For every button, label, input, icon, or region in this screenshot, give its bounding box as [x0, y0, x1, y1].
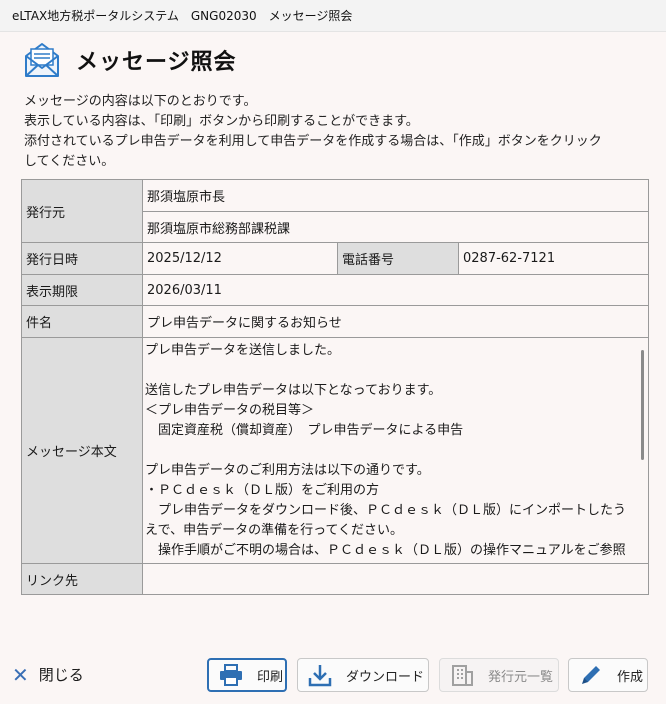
subject-label: 件名: [21, 305, 143, 338]
issuer-name: 那須塩原市長: [142, 179, 649, 212]
close-label: 閉じる: [38, 666, 84, 684]
printer-icon: [217, 663, 245, 687]
date-label: 発行日時: [21, 242, 143, 275]
download-button[interactable]: ダウンロード: [297, 658, 429, 692]
message-body-cell[interactable]: プレ申告データを送信しました。 送信したプレ申告データは以下となっております。 …: [142, 337, 649, 564]
phone-label: 電話番号: [337, 242, 459, 275]
print-button[interactable]: 印刷: [207, 658, 287, 692]
envelope-icon: [25, 43, 59, 77]
subject-value: プレ申告データに関するお知らせ: [142, 305, 649, 338]
create-button[interactable]: 作成: [568, 658, 648, 692]
pencil-icon: [577, 663, 605, 687]
page-title: メッセージ照会: [76, 50, 237, 75]
body-scrollbar[interactable]: [641, 350, 644, 460]
message-body-text[interactable]: プレ申告データを送信しました。 送信したプレ申告データは以下となっております。 …: [143, 339, 648, 563]
link-value[interactable]: [142, 563, 649, 595]
download-icon: [306, 663, 334, 687]
intro-line: 添付されているプレ申告データを利用して申告データを作成する場合は、「作成」ボタン…: [24, 134, 602, 149]
intro-line: 表示している内容は、「印刷」ボタンから印刷することができます。: [24, 114, 419, 129]
close-button[interactable]: ✕ 閉じる: [12, 664, 84, 685]
expiry-value: 2026/03/11: [142, 274, 649, 306]
intro-line: メッセージの内容は以下のとおりです。: [24, 94, 257, 109]
create-label: 作成: [617, 669, 644, 685]
issuer-list-label: 発行元一覧: [488, 669, 554, 685]
expiry-label: 表示期限: [21, 274, 143, 306]
close-icon: ✕: [12, 662, 29, 687]
intro-text: メッセージの内容は以下のとおりです。 表示している内容は、「印刷」ボタンから印刷…: [24, 92, 644, 172]
window-title: eLTAX地方税ポータルシステム GNG02030 メッセージ照会: [0, 0, 666, 32]
intro-line: してください。: [24, 154, 115, 169]
page-header: メッセージ照会: [22, 40, 237, 80]
body-label: メッセージ本文: [21, 337, 143, 564]
date-value: 2025/12/12: [142, 242, 338, 275]
issuer-label: 発行元: [21, 179, 143, 243]
issuer-department: 那須塩原市総務部課税課: [142, 211, 649, 243]
building-icon: [448, 663, 476, 687]
link-label: リンク先: [21, 563, 143, 595]
phone-value: 0287-62-7121: [458, 242, 649, 275]
footer-bar: ✕ 閉じる 印刷 ダウンロード 発行元一覧 作成: [0, 656, 666, 696]
download-label: ダウンロード: [346, 669, 425, 685]
print-label: 印刷: [257, 669, 284, 685]
issuer-list-button[interactable]: 発行元一覧: [439, 658, 559, 692]
message-detail-table: 発行元 那須塩原市長 那須塩原市総務部課税課 発行日時 2025/12/12 電…: [21, 179, 649, 595]
